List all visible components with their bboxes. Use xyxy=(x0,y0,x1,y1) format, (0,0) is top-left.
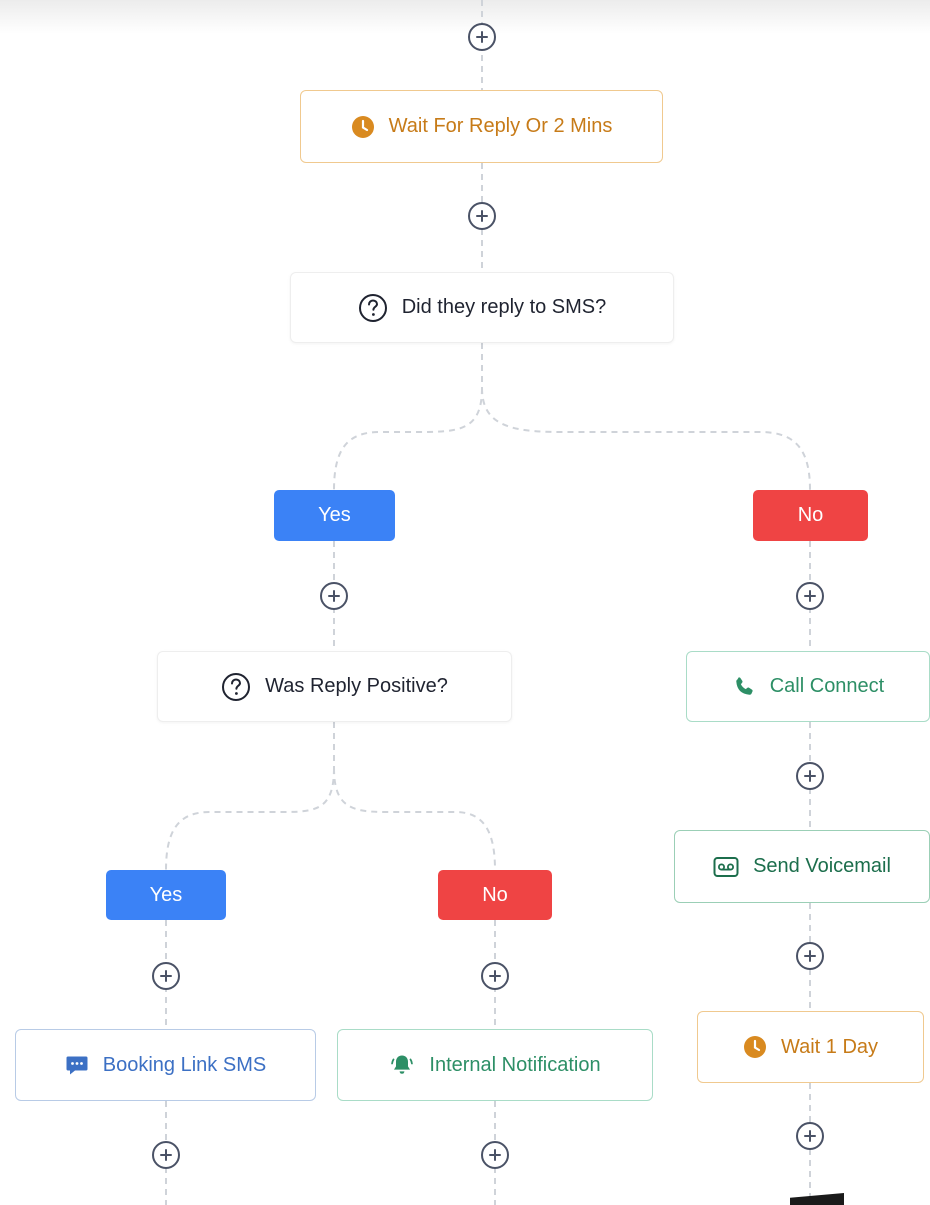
wait-1-day-node[interactable]: Wait 1 Day xyxy=(697,1011,924,1083)
plus-icon xyxy=(804,590,816,602)
branch-label: Yes xyxy=(318,504,351,526)
add-step-button[interactable] xyxy=(481,1141,509,1169)
node-label: Wait For Reply Or 2 Mins xyxy=(388,115,613,137)
node-label: Did they reply to SMS? xyxy=(401,296,607,318)
add-step-button[interactable] xyxy=(468,202,496,230)
node-label: Booking Link SMS xyxy=(102,1053,267,1076)
phone-icon xyxy=(732,675,756,699)
plus-icon xyxy=(489,1149,501,1161)
booking-link-sms-node[interactable]: Booking Link SMS xyxy=(15,1029,316,1101)
node-label: Wait 1 Day xyxy=(780,1035,879,1058)
plus-icon xyxy=(804,1130,816,1142)
add-step-button[interactable] xyxy=(320,582,348,610)
bell-icon xyxy=(389,1053,415,1077)
voicemail-icon xyxy=(713,856,739,878)
branch-label: Yes xyxy=(149,883,183,906)
send-voicemail-node[interactable]: Send Voicemail xyxy=(674,830,930,903)
chat-icon xyxy=(65,1053,89,1077)
plus-icon xyxy=(804,950,816,962)
branch-no-button[interactable]: No xyxy=(753,490,868,541)
call-connect-node[interactable]: Call Connect xyxy=(686,651,930,722)
branch-label: No xyxy=(797,504,824,526)
branch-no-button[interactable]: No xyxy=(438,870,552,920)
question-icon xyxy=(358,293,388,323)
node-label: Send Voicemail xyxy=(753,855,891,877)
add-step-button[interactable] xyxy=(468,23,496,51)
add-step-button[interactable] xyxy=(796,1122,824,1150)
node-label: Was Reply Positive? xyxy=(265,675,448,697)
question-icon xyxy=(221,672,251,702)
node-label: Internal Notification xyxy=(429,1053,601,1076)
plus-icon xyxy=(160,1149,172,1161)
internal-notification-node[interactable]: Internal Notification xyxy=(337,1029,653,1101)
branch-label: No xyxy=(482,883,508,906)
add-step-button[interactable] xyxy=(796,582,824,610)
add-step-button[interactable] xyxy=(796,762,824,790)
clock-icon xyxy=(743,1035,767,1059)
plus-icon xyxy=(476,31,488,43)
add-step-button[interactable] xyxy=(796,942,824,970)
node-label: Call Connect xyxy=(769,675,885,697)
wait-for-reply-node[interactable]: Wait For Reply Or 2 Mins xyxy=(300,90,663,163)
plus-icon xyxy=(489,970,501,982)
plus-icon xyxy=(328,590,340,602)
plus-icon xyxy=(476,210,488,222)
add-step-button[interactable] xyxy=(481,962,509,990)
add-step-button[interactable] xyxy=(152,1141,180,1169)
plus-icon xyxy=(804,770,816,782)
was-reply-positive-node[interactable]: Was Reply Positive? xyxy=(157,651,512,722)
branch-yes-button[interactable]: Yes xyxy=(106,870,226,920)
branch-yes-button[interactable]: Yes xyxy=(274,490,395,541)
did-they-reply-node[interactable]: Did they reply to SMS? xyxy=(290,272,674,343)
clock-icon xyxy=(351,115,375,139)
add-step-button[interactable] xyxy=(152,962,180,990)
plus-icon xyxy=(160,970,172,982)
